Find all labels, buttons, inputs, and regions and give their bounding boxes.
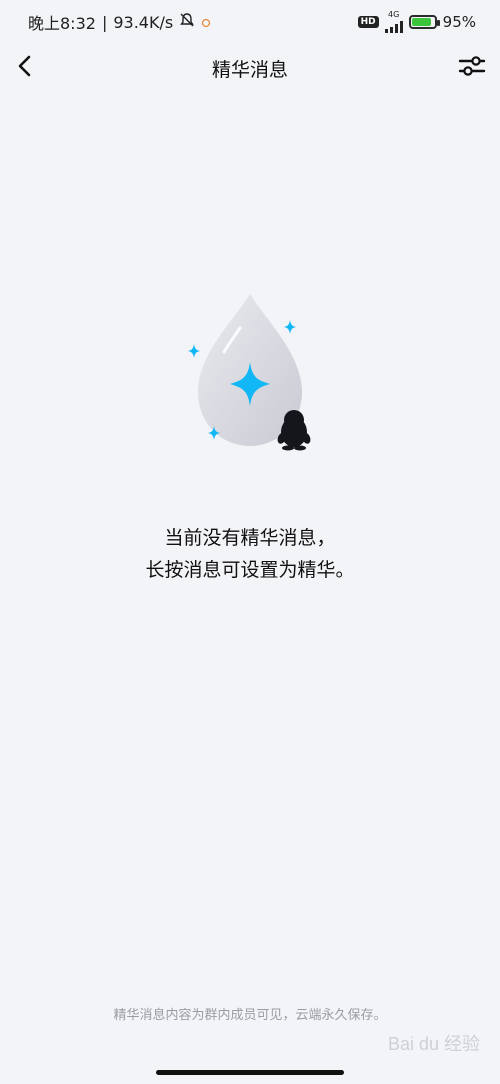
empty-state: 当前没有精华消息， 长按消息可设置为精华。 bbox=[0, 280, 500, 586]
empty-illustration bbox=[170, 280, 330, 460]
empty-message: 当前没有精华消息， 长按消息可设置为精华。 bbox=[145, 522, 354, 586]
page-title: 精华消息 bbox=[211, 58, 288, 81]
empty-message-line1: 当前没有精华消息， bbox=[164, 527, 336, 549]
sliders-icon bbox=[458, 54, 486, 82]
battery-fill bbox=[411, 18, 431, 26]
nav-bar: 精华消息 bbox=[0, 44, 500, 92]
status-separator: | bbox=[101, 12, 108, 32]
network-type: 4G bbox=[388, 10, 400, 19]
status-right: HD 4G 95% bbox=[357, 10, 476, 33]
chevron-left-icon bbox=[16, 54, 36, 82]
status-left: 晚上8:32 | 93.4K/s bbox=[28, 10, 211, 34]
home-indicator[interactable] bbox=[156, 1070, 344, 1075]
signal-icon bbox=[384, 19, 403, 33]
network-indicator: 4G bbox=[384, 10, 403, 33]
notification-dot-icon bbox=[201, 13, 211, 32]
hd-badge: HD bbox=[357, 16, 379, 28]
battery-icon bbox=[408, 15, 440, 29]
mute-bell-icon bbox=[179, 12, 195, 32]
battery-percent: 95% bbox=[442, 13, 476, 31]
footer-note: 精华消息内容为群内成员可见，云端永久保存。 bbox=[113, 1008, 387, 1023]
empty-message-line2: 长按消息可设置为精华。 bbox=[145, 559, 355, 581]
baidu-watermark: Bai du 经验 bbox=[387, 1034, 480, 1054]
status-speed: 93.4K/s bbox=[113, 12, 174, 32]
filter-settings-button[interactable] bbox=[454, 50, 490, 86]
battery-tip bbox=[436, 20, 440, 26]
back-button[interactable] bbox=[8, 50, 44, 86]
status-bar: 晚上8:32 | 93.4K/s HD 4G 95% bbox=[0, 0, 500, 44]
status-time: 晚上8:32 bbox=[28, 14, 96, 33]
